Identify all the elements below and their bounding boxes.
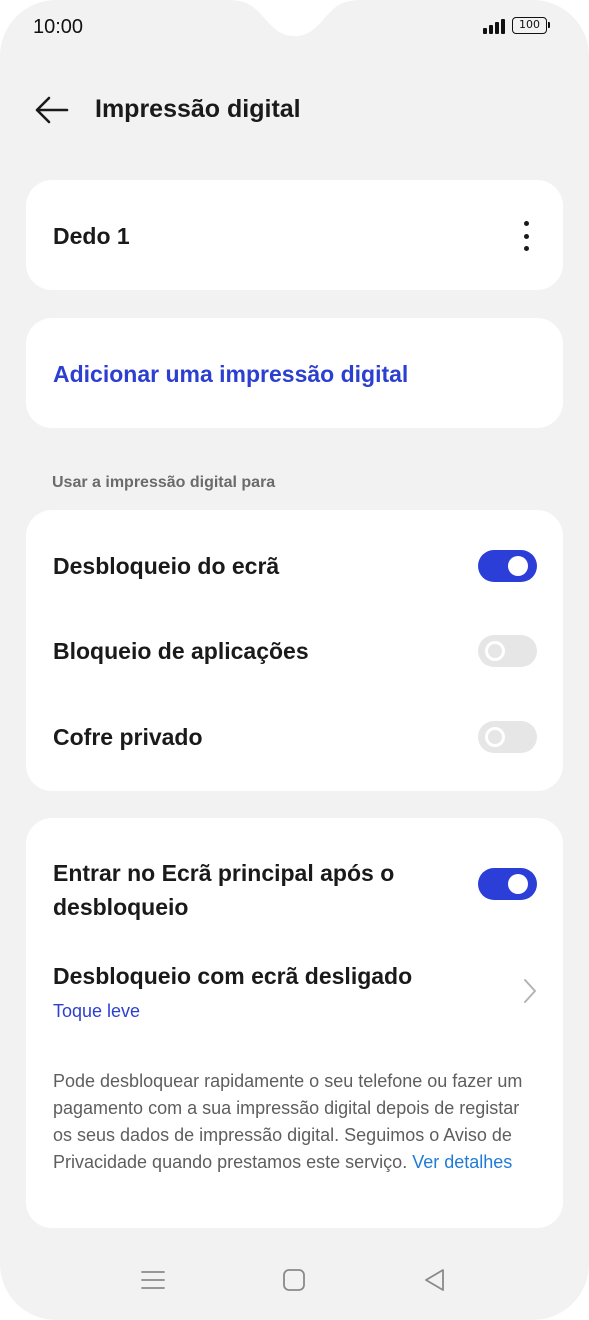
chevron-right-icon[interactable] [523,978,537,1004]
see-details-link[interactable]: Ver detalhes [412,1152,512,1172]
screen-off-unlock-value: Toque leve [53,1001,141,1021]
back-arrow-icon[interactable] [32,93,70,127]
app-lock-label: Bloqueio de aplicações [53,638,309,664]
battery-level: 100 [519,18,540,31]
back-triangle-icon[interactable] [421,1266,449,1294]
page-title: Impressão digital [95,95,301,123]
home-after-unlock-toggle[interactable] [478,868,537,900]
menu-icon[interactable] [139,1266,167,1294]
private-safe-toggle[interactable] [478,721,537,753]
screen-unlock-toggle[interactable] [478,550,537,582]
add-fingerprint-link[interactable]: Adicionar uma impressão digital [53,361,408,388]
usage-card: Desbloqueio do ecrã Bloqueio de aplicaçõ… [26,510,563,791]
camera-notch [226,0,363,36]
screen-off-unlock-label[interactable]: Desbloqueio com ecrã desligado [53,963,412,990]
settings-card: Entrar no Ecrã principal após o desbloqu… [26,818,563,1228]
status-time: 10:00 [33,16,84,38]
section-label: Usar a impressão digital para [52,474,276,491]
battery-icon: 100 [512,17,550,34]
add-fingerprint-card[interactable]: Adicionar uma impressão digital [26,318,563,428]
app-lock-toggle[interactable] [478,635,537,667]
app-header: Impressão digital [0,85,589,135]
home-after-unlock-label: Entrar no Ecrã principal após o desbloqu… [53,860,395,920]
navigation-bar [0,1266,589,1300]
fingerprint-description: Pode desbloquear rapidamente o seu telef… [53,1071,523,1172]
fingerprint-name: Dedo 1 [53,223,130,249]
home-icon[interactable] [280,1266,308,1294]
phone-screen: 10:00 100 Impressão digital Dedo 1 Adici… [0,0,589,1320]
status-icons: 100 [483,17,550,34]
more-options-icon[interactable] [519,221,533,251]
private-safe-label: Cofre privado [53,724,203,750]
fingerprint-card[interactable]: Dedo 1 [26,180,563,290]
screen-unlock-label: Desbloqueio do ecrã [53,553,280,579]
signal-icon [483,18,505,34]
